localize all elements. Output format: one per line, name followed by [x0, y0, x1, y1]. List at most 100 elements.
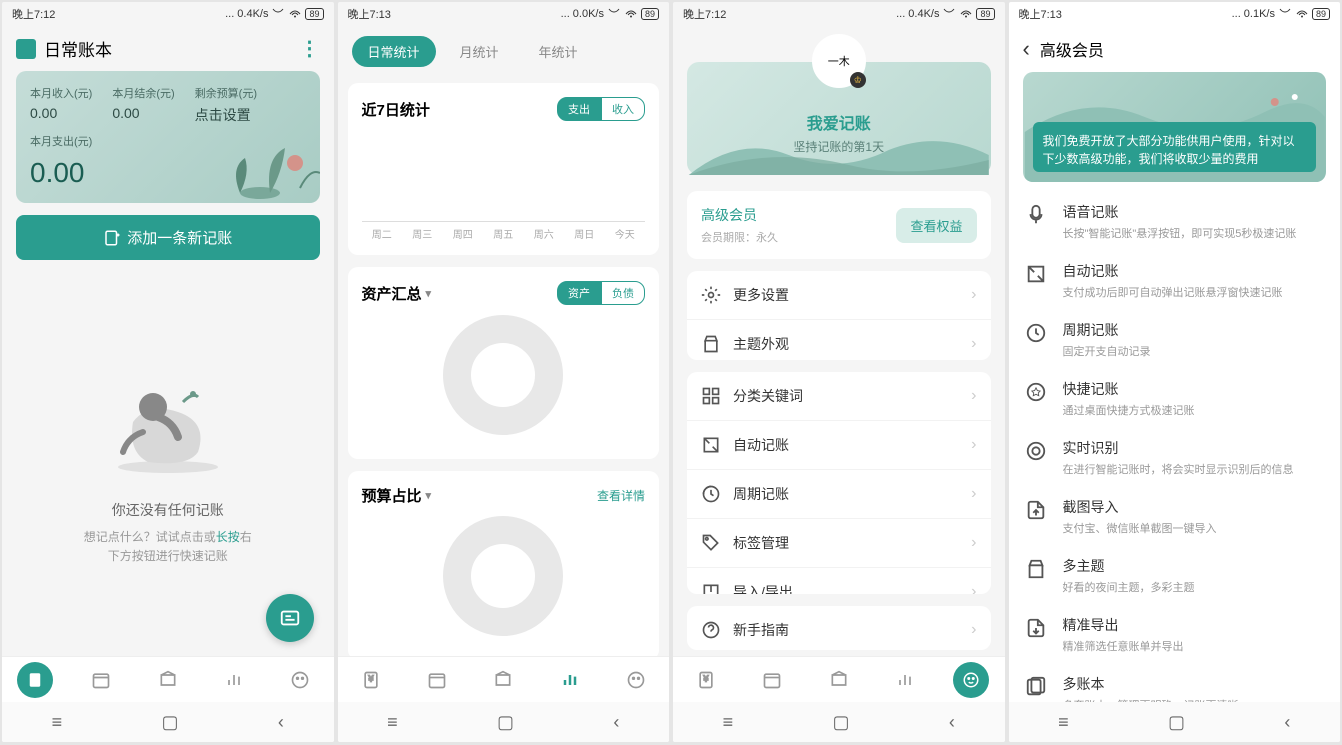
vip-banner: 我们免费开放了大部分功能供用户使用，针对以下少数高级功能，我们将收取少量的费用 [1023, 72, 1327, 182]
bottom-nav [2, 656, 334, 702]
nav-calendar[interactable] [754, 662, 790, 698]
vip-badge-icon: ♔ [850, 72, 866, 88]
tab-monthly-stats[interactable]: 月统计 [444, 36, 515, 67]
feature-截图导入[interactable]: 截图导入支付宝、微信账单截图一键导入 [1023, 487, 1327, 546]
nav-calendar[interactable] [419, 662, 455, 698]
nav-home[interactable]: ¥ [688, 662, 724, 698]
nav-stats[interactable] [887, 662, 923, 698]
chevron-down-icon: ▾ [426, 287, 432, 300]
hills-decoration [687, 125, 991, 175]
menu-icon [701, 285, 721, 305]
nav-profile[interactable] [953, 662, 989, 698]
feature-icon [1023, 438, 1049, 464]
feature-多账本[interactable]: 多账本多套账本，管理更明确，记账更清晰 [1023, 664, 1327, 702]
feature-icon [1023, 497, 1049, 523]
pill-asset[interactable]: 资产 [557, 281, 601, 305]
nav-wallet[interactable] [821, 662, 857, 698]
chevron-right-icon: › [971, 583, 976, 595]
sys-recent[interactable]: ≡ [52, 712, 63, 733]
feature-自动记账[interactable]: 自动记账支付成功后即可自动弹出记账悬浮窗快速记账 [1023, 251, 1327, 310]
quick-record-fab[interactable] [266, 594, 314, 642]
svg-text:¥: ¥ [703, 673, 709, 683]
nav-calendar[interactable] [83, 662, 119, 698]
feature-精准导出[interactable]: 精准导出精准筛选任意账单并导出 [1023, 605, 1327, 664]
profile-hero: 一木 ♔ 我爱记账 坚持记账的第1天 [687, 62, 991, 175]
feature-icon [1023, 202, 1049, 228]
budget-ratio-card: 预算占比▾ 查看详情 [348, 471, 660, 656]
menu-icon [701, 386, 721, 406]
status-bar: 晚上7:12 ...0.4K/s 89 [2, 2, 334, 26]
feature-icon [1023, 556, 1049, 582]
pill-expense[interactable]: 支出 [557, 97, 601, 121]
page-title: 高级会员 [1040, 37, 1104, 61]
add-record-button[interactable]: 添加一条新记账 [16, 215, 320, 260]
screen-vip-features: 晚上7:13 ...0.1K/s 89 ‹ 高级会员 我们免费开放了大部分功能供… [1009, 2, 1341, 742]
tab-yearly-stats[interactable]: 年统计 [523, 36, 594, 67]
chevron-right-icon: › [971, 621, 976, 639]
chevron-right-icon: › [971, 387, 976, 405]
menu-item-分类关键词[interactable]: 分类关键词› [687, 372, 991, 420]
feature-实时识别[interactable]: 实时识别在进行智能记账时，将会实时显示识别后的信息 [1023, 428, 1327, 487]
menu-icon [701, 484, 721, 504]
tab-daily-stats[interactable]: 日常统计 [352, 36, 436, 67]
feature-icon [1023, 615, 1049, 641]
pill-debt[interactable]: 负债 [601, 281, 645, 305]
asset-summary-card: 资产汇总▾ 资产 负债 [348, 267, 660, 459]
menu-item-新手指南[interactable]: 新手指南› [687, 606, 991, 650]
menu-item-更多设置[interactable]: 更多设置› [687, 271, 991, 319]
menu-item-标签管理[interactable]: 标签管理› [687, 518, 991, 567]
nav-home[interactable] [17, 662, 53, 698]
chevron-down-icon: ▾ [426, 489, 432, 502]
chart-axis: 周二周三周四周五周六周日今天 [362, 221, 646, 241]
summary-card[interactable]: 本月收入(元) 0.00 本月结余(元) 0.00 剩余预算(元) 点击设置 本… [16, 71, 320, 203]
sys-home[interactable]: ▢ [161, 712, 178, 733]
menu-item-自动记账[interactable]: 自动记账› [687, 420, 991, 469]
menu-icon [701, 435, 721, 455]
view-benefits-button[interactable]: 查看权益 [896, 208, 976, 243]
feature-周期记账[interactable]: 周期记账固定开支自动记录 [1023, 310, 1327, 369]
ledger-title[interactable]: 日常账本 [44, 36, 292, 61]
budget-donut-chart [443, 516, 563, 636]
screen-profile: 晚上7:12 ...0.4K/s 89 一木 ♔ 我爱记账 坚持记账的第1天 [673, 2, 1005, 742]
menu-icon [701, 334, 721, 354]
menu-icon [701, 620, 721, 640]
seven-day-card: 近7日统计 支出 收入 周二周三周四周五周六周日今天 [348, 83, 660, 255]
status-bar: 晚上7:13 ...0.0K/s 89 [338, 2, 670, 26]
chevron-right-icon: › [971, 436, 976, 454]
chevron-right-icon: › [971, 286, 976, 304]
menu-item-周期记账[interactable]: 周期记账› [687, 469, 991, 518]
vip-card[interactable]: 高级会员 会员期限：永久 查看权益 [687, 191, 991, 259]
notice-text: 我们免费开放了大部分功能供用户使用，针对以下少数高级功能，我们将收取少量的费用 [1033, 122, 1317, 172]
nav-stats[interactable] [552, 662, 588, 698]
menu-item-导入/导出[interactable]: 导入/导出› [687, 567, 991, 595]
feature-快捷记账[interactable]: 快捷记账通过桌面快捷方式极速记账 [1023, 369, 1327, 428]
back-button[interactable]: ‹ [1023, 36, 1030, 62]
system-nav: ≡ ▢ ‹ [2, 702, 334, 742]
avatar[interactable]: 一木 ♔ [812, 34, 866, 88]
menu-icon [701, 533, 721, 553]
empty-illustration [98, 362, 238, 482]
feature-多主题[interactable]: 多主题好看的夜间主题，多彩主题 [1023, 546, 1327, 605]
book-icon [16, 39, 36, 59]
screen-home: 晚上7:12 ...0.4K/s 89 日常账本 ⋮ 本月收入(元) 0.00 … [2, 2, 334, 742]
nav-profile[interactable] [618, 662, 654, 698]
sys-back[interactable]: ‹ [278, 712, 284, 733]
nav-profile[interactable] [282, 662, 318, 698]
feature-icon [1023, 674, 1049, 700]
view-detail-link[interactable]: 查看详情 [597, 487, 645, 504]
chevron-right-icon: › [971, 534, 976, 552]
menu-item-主题外观[interactable]: 主题外观› [687, 319, 991, 360]
svg-text:¥: ¥ [367, 673, 373, 683]
nav-stats[interactable] [216, 662, 252, 698]
nav-home[interactable]: ¥ [353, 662, 389, 698]
chevron-right-icon: › [971, 485, 976, 503]
menu-icon [701, 582, 721, 595]
feature-语音记账[interactable]: 语音记账长按"智能记账"悬浮按钮，即可实现5秒极速记账 [1023, 192, 1327, 251]
more-menu-icon[interactable]: ⋮ [300, 36, 320, 61]
asset-donut-chart [443, 315, 563, 435]
status-time: 晚上7:12 [12, 6, 55, 22]
pill-income[interactable]: 收入 [601, 97, 645, 121]
nav-wallet[interactable] [150, 662, 186, 698]
plants-decoration [210, 138, 320, 203]
nav-wallet[interactable] [485, 662, 521, 698]
